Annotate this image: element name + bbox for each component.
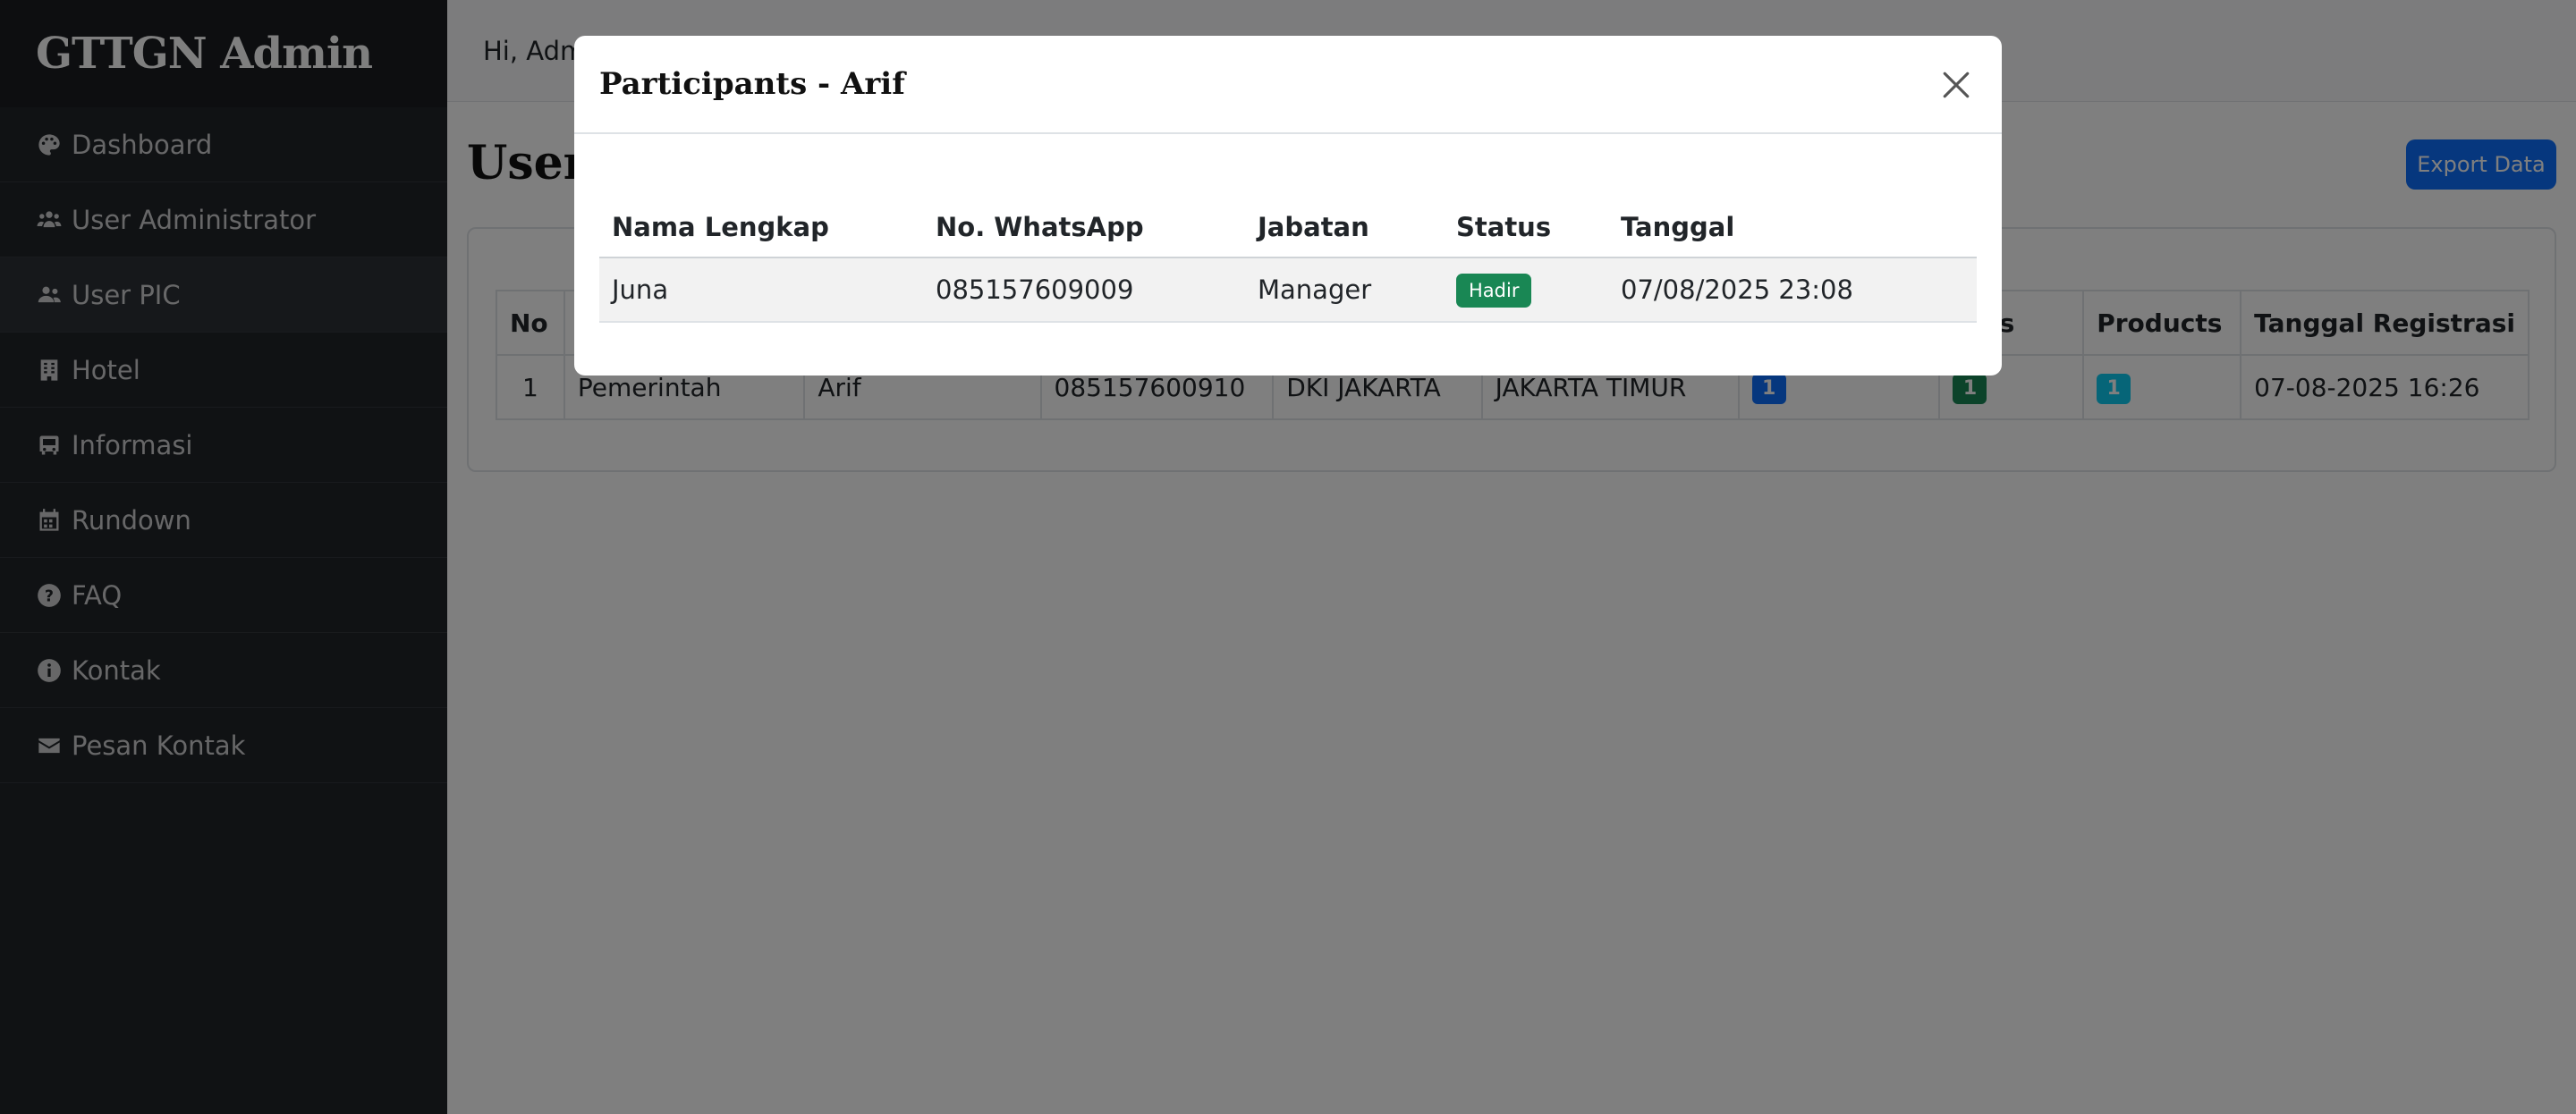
participant-jabatan: Manager (1245, 257, 1444, 323)
participant-name: Juna (599, 257, 923, 323)
status-badge: Hadir (1456, 273, 1532, 308)
close-icon (1943, 72, 1970, 98)
participant-whatsapp: 085157609009 (923, 257, 1245, 323)
close-button[interactable] (1932, 61, 1980, 109)
participants-table: Nama Lengkap No. WhatsApp Jabatan Status… (599, 197, 1977, 323)
modal-body: Nama Lengkap No. WhatsApp Jabatan Status… (574, 134, 2002, 323)
participant-status-cell: Hadir (1444, 257, 1608, 323)
participant-tanggal: 07/08/2025 23:08 (1608, 257, 1977, 323)
participants-modal: Participants - Arif Nama Lengkap No. Wha… (574, 36, 2002, 376)
modal-title: Participants - Arif (599, 66, 905, 102)
column-header: No. WhatsApp (923, 197, 1245, 258)
column-header: Jabatan (1245, 197, 1444, 258)
modal-header: Participants - Arif (574, 36, 2002, 134)
table-header-row: Nama Lengkap No. WhatsApp Jabatan Status… (599, 197, 1977, 258)
column-header: Tanggal (1608, 197, 1977, 258)
column-header: Status (1444, 197, 1608, 258)
column-header: Nama Lengkap (599, 197, 923, 258)
table-row: Juna 085157609009 Manager Hadir 07/08/20… (599, 257, 1977, 323)
